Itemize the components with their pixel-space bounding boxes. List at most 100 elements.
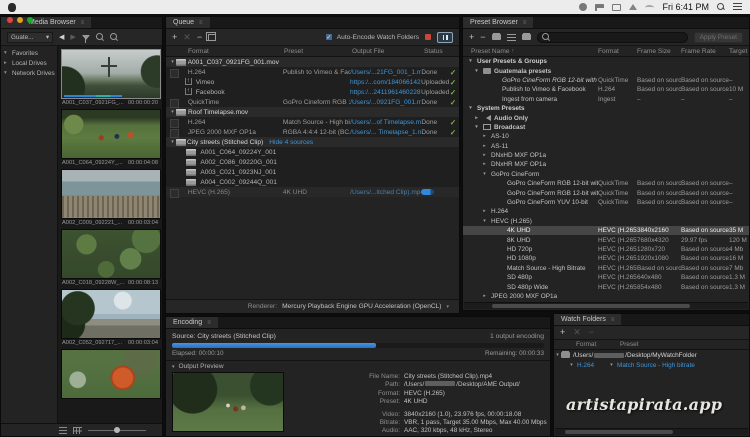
horizontal-scrollbar[interactable] (555, 428, 748, 435)
preset-row[interactable]: ▾ GoPro CineForm (463, 170, 749, 179)
import-preset-icon[interactable] (521, 34, 531, 40)
slider-knob[interactable] (114, 427, 120, 433)
remove-button[interactable]: − (197, 32, 202, 42)
clip-thumbnail[interactable] (61, 169, 161, 219)
panel-menu-icon[interactable]: ≡ (523, 20, 527, 26)
queue-row[interactable]: QuickTime GoPro Cineform RGB 12... /User… (166, 97, 459, 108)
tab-preset-browser[interactable]: Preset Browser ≡ (463, 17, 534, 28)
format-cell[interactable]: HEVC (H.265) (188, 189, 230, 196)
format-cell[interactable]: Roof Timelapse.mov (188, 109, 248, 116)
zoom-window-button[interactable] (27, 17, 33, 23)
wifi-status-icon[interactable] (645, 4, 655, 10)
format-cell[interactable]: A004_C002_09244Q_001 (200, 179, 277, 186)
clip-thumbnail[interactable] (61, 49, 161, 99)
twirl-icon[interactable]: ▸ (481, 144, 488, 149)
preset-row[interactable]: ▾ System Presets (463, 104, 749, 113)
output-file-link[interactable]: https:/...com/184066142 (350, 79, 421, 86)
column-format[interactable]: Format (188, 48, 284, 55)
preset-row[interactable]: HD 1080p HEVC (H.265) 1920x1080 Based on… (463, 254, 749, 263)
preset-cell[interactable]: GoPro Cineform RGB 12... (283, 99, 350, 106)
close-window-button[interactable] (7, 17, 13, 23)
preset-cell[interactable]: Match Source - High bitr... (283, 119, 350, 126)
format-cell[interactable]: JPEG 2000 MXF OP1a (188, 129, 256, 136)
queue-row[interactable]: H.264 Publish to Vimeo & Face... /Users/… (166, 67, 459, 78)
format-cell[interactable]: H.264 (188, 69, 206, 76)
notification-center-icon[interactable] (733, 3, 742, 11)
scrollbar-thumb[interactable] (565, 430, 673, 434)
column-target-rate[interactable]: Target (729, 48, 749, 55)
twirl-icon[interactable]: ▾ (481, 219, 488, 224)
preset-row[interactable]: 4K UHD HEVC (H.265) 3840x2160 Based on s… (463, 226, 749, 236)
watch-folder-row[interactable]: ▾ /Users/ /Desktop/MyWatchFolder (554, 350, 749, 360)
output-file-link[interactable]: /Users/... Timelapse_1.mxf (350, 129, 421, 136)
menubar-item[interactable] (87, 2, 101, 12)
watch-format-select[interactable]: H.264 (577, 362, 594, 369)
new-preset-button[interactable]: + (469, 32, 474, 42)
menubar-clock[interactable]: Fri 6:41 PM (662, 2, 709, 12)
column-format[interactable]: Format (554, 341, 620, 348)
media-clip[interactable]: A002_C052_092717_... 00:00:03:04 (61, 289, 161, 346)
format-cell[interactable]: A002_C086_09220G_001 (200, 159, 277, 166)
add-output-button[interactable]: ✕ (573, 328, 581, 337)
tab-queue[interactable]: Queue ≡ (166, 17, 210, 28)
media-tree-item[interactable]: ▾ Network Drives (1, 68, 56, 78)
forward-arrow-icon[interactable]: ▶ (70, 33, 75, 41)
preset-cell[interactable]: Publish to Vimeo & Face... (283, 69, 350, 76)
format-cell[interactable]: A001_C037_0921FG_001.mov (188, 59, 279, 66)
twirl-icon[interactable]: ▾ (554, 353, 561, 358)
format-cell[interactable]: QuickTime (188, 99, 219, 106)
clip-thumbnail[interactable] (61, 349, 161, 399)
preset-row[interactable]: GoPro CineForm YUV 10-bit QuickTime Base… (463, 198, 749, 207)
column-frame-size[interactable]: Frame Size (637, 48, 681, 55)
preset-row[interactable]: Ingest from camera Ingest – – – (463, 95, 749, 104)
chevron-down-icon[interactable]: ▾ (608, 363, 615, 368)
preset-row[interactable]: ▾ User Presets & Groups (463, 57, 749, 66)
media-tree-item[interactable]: ▾ Favorites (1, 48, 56, 58)
column-output-file[interactable]: Output File (352, 48, 424, 55)
output-file-link[interactable]: /Users/...0921FG_001.mov (350, 99, 421, 106)
format-cell[interactable]: A003_C021_0923NJ_001 (200, 169, 276, 176)
media-clip[interactable] (61, 349, 161, 400)
column-format[interactable]: Format (598, 48, 637, 55)
twirl-icon[interactable]: ▾ (4, 70, 10, 76)
apply-preset-button[interactable]: Apply Preset (693, 31, 743, 43)
twirl-icon[interactable]: ▾ (473, 125, 480, 130)
twirl-icon[interactable]: ▸ (4, 60, 10, 66)
preset-row[interactable]: HD 720p HEVC (H.265) 1280x720 Based on s… (463, 245, 749, 254)
panel-menu-icon[interactable]: ≡ (81, 20, 85, 26)
preset-row[interactable]: ▸ DNxHD MXF OP1a (463, 151, 749, 160)
media-clip[interactable]: A002_C009_092221_... 00:00:03:04 (61, 169, 161, 226)
format-cell[interactable]: H.264 (188, 119, 206, 126)
twirl-icon[interactable]: ▾ (169, 109, 176, 115)
menubar-item[interactable] (73, 2, 87, 12)
menubar-item[interactable] (31, 2, 45, 12)
queue-row[interactable]: A001_C064_09224Y_001 (166, 147, 459, 157)
watch-folder-output-row[interactable]: ▾ H.264 ▾ Match Source - High bitrate (554, 360, 749, 370)
media-tree-item[interactable]: ▸ Local Drives (1, 58, 56, 68)
watch-preset-select[interactable]: Match Source - High bitrate (617, 362, 695, 369)
duplicate-button[interactable] (206, 31, 217, 41)
media-clip[interactable]: A001_C064_09224Y_... 00:00:04:08 (61, 109, 161, 166)
preset-row[interactable]: SD 480p HEVC (H.265) 640x480 Based on so… (463, 273, 749, 282)
preset-row[interactable]: Match Source - High Bitrate HEVC (H.265)… (463, 264, 749, 273)
twirl-icon[interactable]: ▸ (481, 153, 488, 158)
preset-settings-icon[interactable] (506, 33, 516, 41)
preset-cell[interactable]: 4K UHD (283, 189, 350, 196)
output-file-link[interactable]: https:/...24119614602283 (350, 89, 421, 96)
panel-menu-icon[interactable]: ≡ (611, 317, 615, 323)
panel-menu-icon[interactable]: ≡ (207, 320, 211, 326)
preset-row[interactable]: ▸ Audio Only (463, 113, 749, 122)
twirl-icon[interactable]: ▾ (481, 172, 488, 177)
menubar-item[interactable] (45, 2, 59, 12)
preset-row[interactable]: ▾ Broadcast (463, 123, 749, 132)
twirl-icon[interactable]: ▾ (172, 364, 175, 370)
add-watch-folder-button[interactable]: + (560, 328, 565, 337)
clip-thumbnail[interactable] (61, 109, 161, 159)
keyboard-status-icon[interactable] (595, 3, 605, 11)
column-preset[interactable]: Preset (284, 48, 352, 55)
media-clip[interactable]: A001_C037_0921FG_... 00:00:00:20 (61, 49, 161, 106)
search-icon[interactable] (109, 33, 118, 41)
format-cell[interactable]: A001_C064_09224Y_001 (200, 149, 276, 156)
twirl-icon[interactable]: ▾ (467, 106, 474, 111)
twirl-icon[interactable]: ▾ (473, 69, 480, 74)
